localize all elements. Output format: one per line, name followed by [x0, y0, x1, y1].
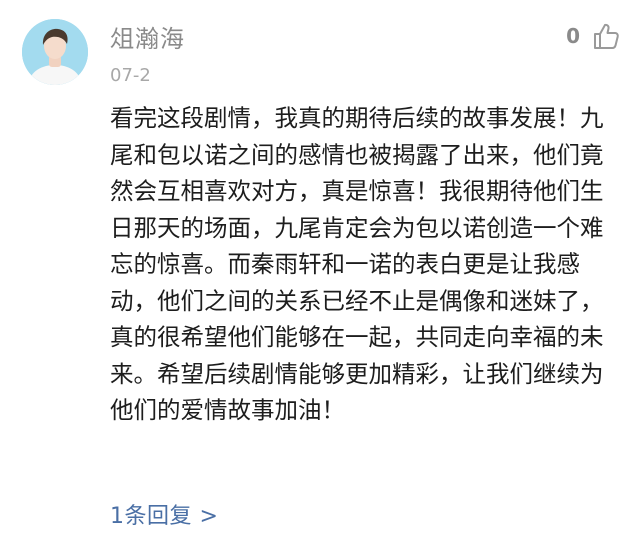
comment-text: 看完这段剧情，我真的期待后续的故事发展！九尾和包以诺之间的感情也被揭露了出来，他… [110, 104, 604, 424]
username[interactable]: 俎瀚海 [110, 24, 185, 54]
avatar-image [22, 19, 88, 85]
comment-card: 俎瀚海 07-2 0 看完这段剧情，我真的期待后续的故事发展！九尾和包以诺之间的… [0, 0, 640, 537]
like-button[interactable]: 0 [566, 22, 620, 50]
comment-date: 07-2 [110, 65, 151, 86]
avatar[interactable] [22, 19, 88, 85]
thumbs-up-icon[interactable] [592, 22, 620, 50]
like-count: 0 [566, 24, 580, 48]
view-replies-link[interactable]: 1条回复 > [110, 503, 218, 531]
